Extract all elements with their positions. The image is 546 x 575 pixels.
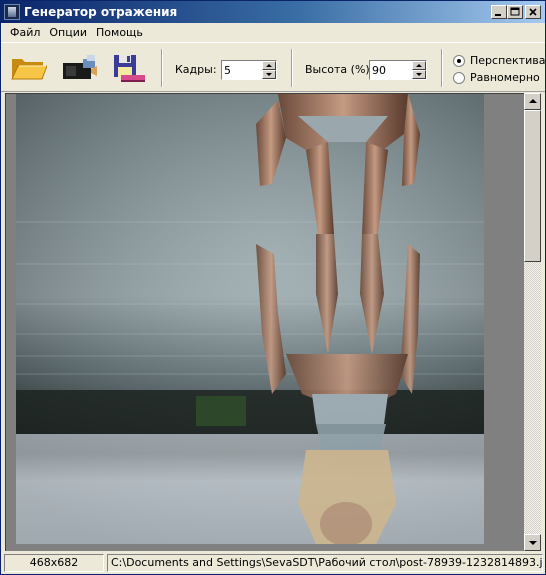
frames-up-button[interactable] xyxy=(262,61,276,70)
save-disk-icon xyxy=(114,55,145,82)
scroll-thumb[interactable] xyxy=(524,110,541,262)
status-file-path: C:\Documents and Settings\SevaSDT\Рабочи… xyxy=(107,554,543,572)
status-bar: 468x682 C:\Documents and Settings\SevaSD… xyxy=(1,552,545,574)
height-down-button[interactable] xyxy=(412,70,426,79)
frames-spin-buttons xyxy=(262,61,276,79)
height-label: Высота (%): xyxy=(305,63,374,76)
title-bar[interactable]: Генератор отражения xyxy=(1,1,545,23)
close-icon xyxy=(529,8,537,16)
maximize-icon xyxy=(510,7,520,16)
minimize-button[interactable] xyxy=(491,5,507,19)
radio-uniform-circle[interactable] xyxy=(453,71,465,84)
radio-uniform-label: Равномерно xyxy=(470,71,540,84)
window-title: Генератор отражения xyxy=(24,5,178,19)
menu-help[interactable]: Помощь xyxy=(93,26,149,39)
close-button[interactable] xyxy=(525,5,541,19)
app-icon[interactable] xyxy=(4,4,20,20)
frames-down-button[interactable] xyxy=(262,70,276,79)
frames-spinner[interactable] xyxy=(221,60,277,80)
toolbar-separator xyxy=(161,49,163,87)
vertical-scrollbar[interactable] xyxy=(524,93,541,551)
height-input[interactable] xyxy=(372,63,406,77)
toolbar-separator xyxy=(441,49,443,87)
radio-perspective[interactable]: Перспектива xyxy=(453,54,545,67)
height-spin-buttons xyxy=(412,61,426,79)
camera-icon xyxy=(63,55,97,79)
arrow-up-icon xyxy=(416,64,422,67)
scroll-up-button[interactable] xyxy=(524,93,541,110)
window-controls xyxy=(491,5,541,19)
minimize-icon xyxy=(495,14,501,16)
arrow-down-icon xyxy=(529,541,537,545)
height-up-button[interactable] xyxy=(412,61,426,70)
frames-input[interactable] xyxy=(224,63,258,77)
menu-file[interactable]: Файл xyxy=(7,26,46,39)
height-spinner[interactable] xyxy=(369,60,427,80)
preview-image xyxy=(16,94,484,544)
capture-button[interactable] xyxy=(61,49,99,85)
menu-bar: Файл Опции Помощь xyxy=(1,23,545,42)
canvas-area xyxy=(5,93,524,551)
open-folder-icon xyxy=(11,59,48,80)
frames-label: Кадры: xyxy=(175,63,217,76)
arrow-down-icon xyxy=(266,73,272,76)
maximize-button[interactable] xyxy=(507,5,523,19)
arrow-down-icon xyxy=(416,73,422,76)
reflection-preview xyxy=(16,94,484,544)
arrow-up-icon xyxy=(266,64,272,67)
toolbar: Кадры: Высота (%): Перспектива Равномерн… xyxy=(1,42,545,92)
toolbar-separator xyxy=(291,49,293,87)
status-dimensions: 468x682 xyxy=(4,554,104,572)
app-window: Генератор отражения Файл Опции Помощь Ка… xyxy=(0,0,546,575)
menu-options[interactable]: Опции xyxy=(46,26,93,39)
arrow-up-icon xyxy=(529,99,537,103)
scroll-down-button[interactable] xyxy=(524,534,541,551)
open-button[interactable] xyxy=(9,49,48,85)
radio-perspective-label: Перспектива xyxy=(470,54,546,67)
radio-perspective-circle[interactable] xyxy=(453,54,465,67)
save-button[interactable] xyxy=(109,49,147,85)
radio-uniform[interactable]: Равномерно xyxy=(453,71,540,84)
